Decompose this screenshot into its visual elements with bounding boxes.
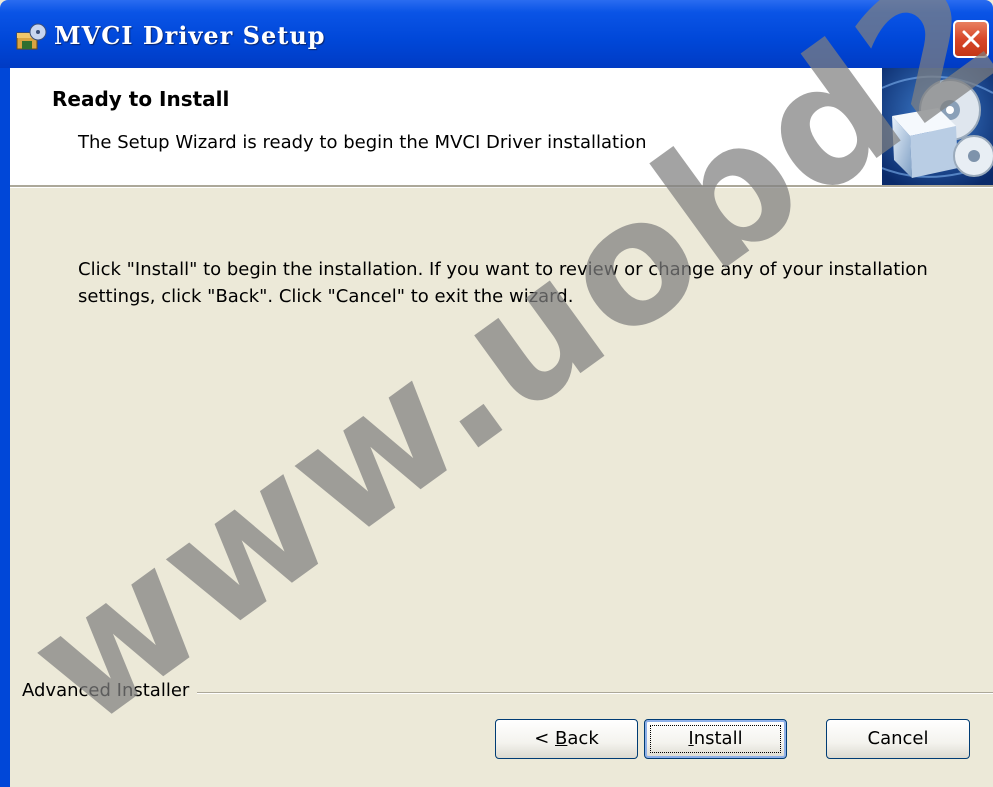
installer-brand-label: Advanced Installer — [22, 680, 198, 701]
window-frame-left — [0, 68, 10, 787]
close-icon — [962, 30, 980, 48]
install-button[interactable]: Install — [644, 719, 787, 759]
back-button-label-rest: ack — [567, 728, 599, 749]
page-subheading: The Setup Wizard is ready to begin the M… — [78, 132, 647, 153]
installer-box-cd-icon — [882, 68, 993, 185]
back-button[interactable]: < Back — [495, 719, 638, 759]
title-bar[interactable]: MVCI Driver Setup — [0, 0, 993, 68]
back-button-prefix: < — [534, 728, 556, 749]
close-button[interactable] — [953, 20, 989, 58]
setup-app-icon — [16, 23, 47, 50]
back-button-mnemonic: B — [555, 728, 568, 749]
page-heading: Ready to Install — [52, 87, 230, 111]
install-button-label-rest: nstall — [693, 728, 743, 749]
instructions-text: Click "Install" to begin the installatio… — [78, 259, 928, 307]
cancel-button[interactable]: Cancel — [826, 719, 970, 759]
header-banner: Ready to Install The Setup Wizard is rea… — [10, 68, 993, 185]
setup-window: MVCI Driver Setup Ready to Install The S… — [0, 0, 993, 787]
header-separator — [10, 185, 993, 188]
window-title: MVCI Driver Setup — [54, 21, 326, 50]
